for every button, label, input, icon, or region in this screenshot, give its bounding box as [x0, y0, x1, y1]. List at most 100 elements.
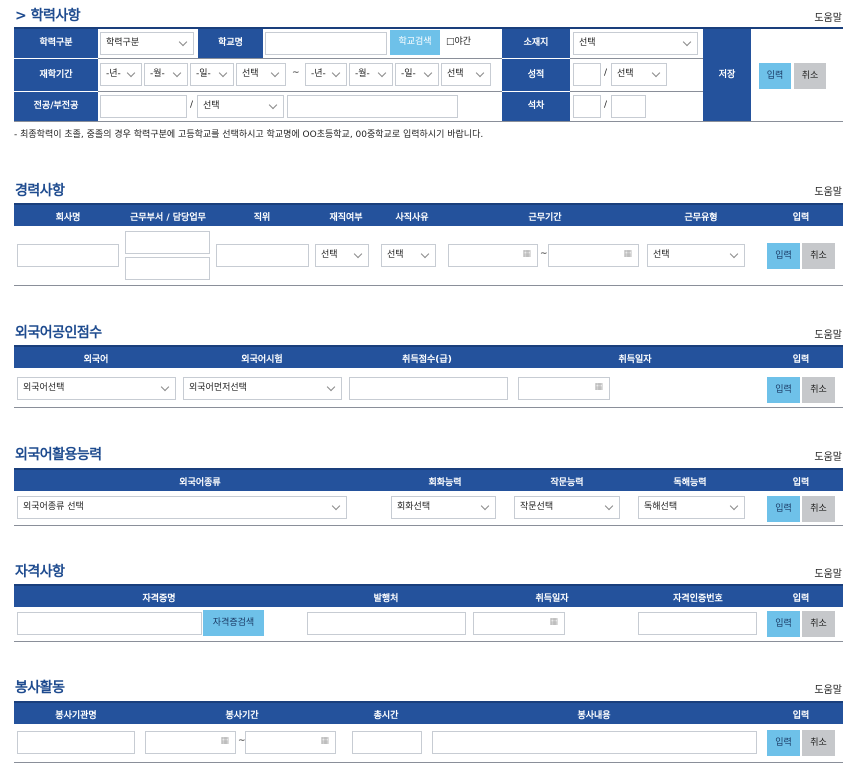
volunteer-section-title: 봉사활동	[15, 680, 65, 696]
grade-scale-select[interactable]: 선택	[611, 63, 667, 86]
school-name-label: 학교명	[198, 29, 263, 58]
rank-slash: /	[604, 100, 608, 110]
reading-select[interactable]: 독해선택	[638, 496, 745, 519]
volunteer-org-input[interactable]	[17, 731, 135, 754]
license-date[interactable]	[473, 612, 565, 635]
license-search-button[interactable]: 자격증검색	[203, 610, 264, 636]
major-label: 전공/부전공	[14, 92, 98, 121]
end-year-select[interactable]: -년-	[305, 63, 347, 86]
career-end-date[interactable]	[548, 244, 639, 267]
career-col-reason: 사직사유	[395, 213, 429, 223]
end-status-select[interactable]: 선택	[441, 63, 491, 86]
save-label: 저장	[703, 29, 751, 121]
grade-input[interactable]	[573, 63, 601, 86]
minor-type-select[interactable]: 선택	[197, 95, 284, 118]
volunteer-col-hours: 총시간	[373, 711, 399, 721]
period-label: 재학기간	[14, 59, 98, 91]
school-name-input[interactable]	[265, 32, 387, 55]
end-month-select[interactable]: -월-	[349, 63, 393, 86]
career-cancel-button[interactable]: 취소	[802, 243, 835, 269]
lang-ability-row-divider	[14, 525, 843, 526]
location-label: 소재지	[502, 29, 570, 58]
reason-select[interactable]: 선택	[381, 244, 436, 267]
volunteer-end-date[interactable]	[245, 731, 336, 754]
lang-score-cancel-button[interactable]: 취소	[802, 377, 835, 403]
lang-ability-col-conv: 회화능력	[428, 478, 462, 488]
career-start-date[interactable]	[448, 244, 538, 267]
career-col-employed: 재직여부	[329, 213, 363, 223]
score-input[interactable]	[349, 377, 508, 400]
lang-score-row-divider	[14, 407, 843, 408]
license-section-title: 자격사항	[15, 564, 65, 580]
lang-score-input-button[interactable]: 입력	[767, 377, 800, 403]
education-cancel-button[interactable]: 취소	[794, 63, 826, 89]
writing-select[interactable]: 작문선택	[514, 496, 620, 519]
rank-total-input[interactable]	[611, 95, 646, 118]
lang-ability-header: 외국어종류 회화능력 작문능력 독해능력 입력	[14, 468, 843, 491]
lang-score-date[interactable]	[518, 377, 610, 400]
license-col-input: 입력	[792, 594, 810, 604]
education-input-button[interactable]: 입력	[759, 63, 791, 89]
start-year-select[interactable]: -년-	[100, 63, 142, 86]
rank-input[interactable]	[573, 95, 601, 118]
company-input[interactable]	[17, 244, 119, 267]
lang-score-header: 외국어 외국어시험 취득점수(급) 취득일자 입력	[14, 345, 843, 368]
issuer-input[interactable]	[307, 612, 466, 635]
duty-input[interactable]	[125, 257, 210, 280]
language-select[interactable]: 외국어선택	[17, 377, 176, 400]
position-input[interactable]	[216, 244, 309, 267]
volunteer-input-button[interactable]: 입력	[767, 730, 800, 756]
career-col-period: 근무기간	[528, 213, 562, 223]
lang-score-col-date: 취득일자	[618, 355, 652, 365]
career-col-position: 직위	[253, 213, 271, 223]
license-cancel-button[interactable]: 취소	[802, 611, 835, 637]
employed-select[interactable]: 선택	[315, 244, 369, 267]
career-header: 회사명 근무부서 / 담당업무 직위 재직여부 사직사유 근무기간 근무유형 입…	[14, 203, 843, 226]
start-month-select[interactable]: -월-	[144, 63, 188, 86]
volunteer-hours-input[interactable]	[352, 731, 422, 754]
major-input[interactable]	[100, 95, 187, 118]
lang-ability-col-kind: 외국어종류	[179, 478, 221, 488]
language-test-select[interactable]: 외국어먼저선택	[183, 377, 342, 400]
volunteer-content-input[interactable]	[432, 731, 757, 754]
end-day-select[interactable]: -일-	[395, 63, 439, 86]
lang-ability-input-button[interactable]: 입력	[767, 496, 800, 522]
volunteer-col-period: 봉사기간	[225, 711, 259, 721]
license-number-input[interactable]	[638, 612, 757, 635]
career-col-company: 회사명	[55, 213, 81, 223]
volunteer-help-link[interactable]: 도움말	[814, 681, 842, 696]
school-type-select[interactable]: 학력구분	[100, 32, 194, 55]
conversation-select[interactable]: 회화선택	[391, 496, 496, 519]
lang-ability-help-link[interactable]: 도움말	[814, 448, 842, 463]
career-help-link[interactable]: 도움말	[814, 183, 842, 198]
lang-ability-cancel-button[interactable]: 취소	[802, 496, 835, 522]
volunteer-col-content: 봉사내용	[577, 711, 611, 721]
volunteer-cancel-button[interactable]: 취소	[802, 730, 835, 756]
lang-ability-col-reading: 독해능력	[673, 478, 707, 488]
volunteer-row-divider	[14, 762, 843, 763]
school-search-button[interactable]: 학교검색	[390, 30, 440, 55]
volunteer-header: 봉사기관명 봉사기간 총시간 봉사내용 입력	[14, 701, 843, 724]
start-day-select[interactable]: -일-	[190, 63, 234, 86]
language-kind-select[interactable]: 외국어종류 선택	[17, 496, 347, 519]
location-select[interactable]: 선택	[573, 32, 698, 55]
license-help-link[interactable]: 도움말	[814, 565, 842, 580]
dept-input[interactable]	[125, 231, 210, 254]
minor-input[interactable]	[287, 95, 458, 118]
career-input-button[interactable]: 입력	[767, 243, 800, 269]
license-input-button[interactable]: 입력	[767, 611, 800, 637]
start-status-select[interactable]: 선택	[236, 63, 286, 86]
work-type-select[interactable]: 선택	[647, 244, 745, 267]
license-name-input[interactable]	[17, 612, 202, 635]
grade-slash: /	[604, 68, 608, 78]
license-col-date: 취득일자	[535, 594, 569, 604]
education-help-link[interactable]: 도움말	[814, 9, 842, 24]
lang-ability-section-title: 외국어활용능력	[15, 447, 102, 463]
school-type-label: 학력구분	[14, 29, 98, 58]
volunteer-start-date[interactable]	[145, 731, 236, 754]
license-col-issuer: 발행처	[373, 594, 399, 604]
major-slash: /	[190, 100, 194, 110]
lang-score-help-link[interactable]: 도움말	[814, 326, 842, 341]
night-checkbox[interactable]: □야간	[446, 34, 471, 47]
license-header: 자격증명 발행처 취득일자 자격인증번호 입력	[14, 584, 843, 607]
